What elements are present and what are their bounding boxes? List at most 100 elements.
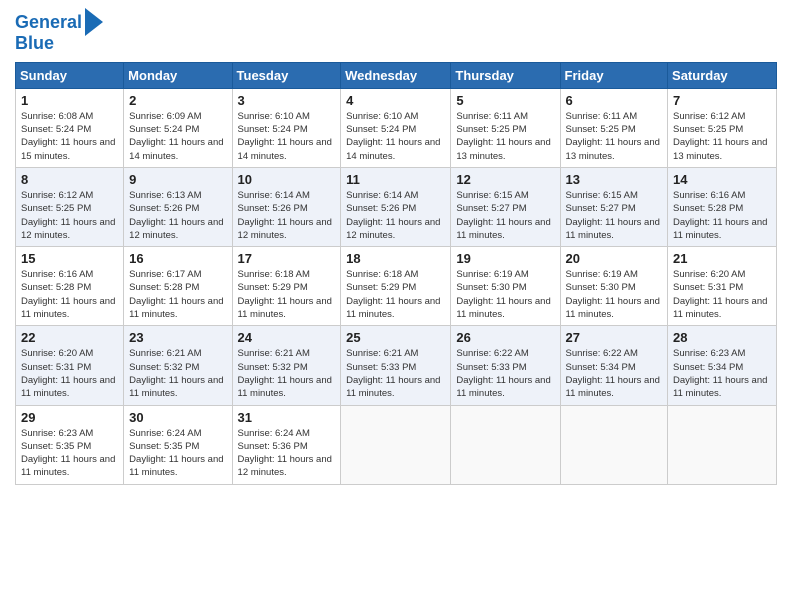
- day-info: Sunrise: 6:20 AMSunset: 5:31 PMDaylight:…: [673, 269, 767, 320]
- day-number: 19: [456, 251, 554, 266]
- day-info: Sunrise: 6:16 AMSunset: 5:28 PMDaylight:…: [673, 190, 767, 241]
- calendar-day-header: Monday: [124, 62, 232, 88]
- day-info: Sunrise: 6:11 AMSunset: 5:25 PMDaylight:…: [566, 111, 660, 162]
- logo-arrow-icon: [85, 8, 103, 36]
- calendar-cell: 13 Sunrise: 6:15 AMSunset: 5:27 PMDayligh…: [560, 167, 668, 246]
- day-info: Sunrise: 6:10 AMSunset: 5:24 PMDaylight:…: [238, 111, 332, 162]
- day-info: Sunrise: 6:21 AMSunset: 5:32 PMDaylight:…: [129, 348, 223, 399]
- day-number: 25: [346, 330, 445, 345]
- calendar-cell: 3 Sunrise: 6:10 AMSunset: 5:24 PMDaylight…: [232, 88, 341, 167]
- day-info: Sunrise: 6:24 AMSunset: 5:36 PMDaylight:…: [238, 428, 332, 479]
- day-number: 14: [673, 172, 771, 187]
- day-info: Sunrise: 6:10 AMSunset: 5:24 PMDaylight:…: [346, 111, 440, 162]
- calendar-cell: 20 Sunrise: 6:19 AMSunset: 5:30 PMDayligh…: [560, 247, 668, 326]
- calendar-day-header: Friday: [560, 62, 668, 88]
- logo-blue: Blue: [15, 34, 54, 54]
- day-info: Sunrise: 6:20 AMSunset: 5:31 PMDaylight:…: [21, 348, 115, 399]
- day-number: 3: [238, 93, 336, 108]
- day-info: Sunrise: 6:13 AMSunset: 5:26 PMDaylight:…: [129, 190, 223, 241]
- calendar-cell: [341, 405, 451, 484]
- day-number: 7: [673, 93, 771, 108]
- logo: General Blue: [15, 10, 103, 54]
- calendar-cell: 7 Sunrise: 6:12 AMSunset: 5:25 PMDaylight…: [668, 88, 777, 167]
- calendar-cell: 14 Sunrise: 6:16 AMSunset: 5:28 PMDayligh…: [668, 167, 777, 246]
- day-info: Sunrise: 6:12 AMSunset: 5:25 PMDaylight:…: [673, 111, 767, 162]
- logo-text: General: [15, 13, 82, 33]
- calendar-cell: 17 Sunrise: 6:18 AMSunset: 5:29 PMDayligh…: [232, 247, 341, 326]
- calendar-cell: 21Sunrise: 6:20 AMSunset: 5:31 PMDayligh…: [668, 247, 777, 326]
- calendar-cell: 16 Sunrise: 6:17 AMSunset: 5:28 PMDayligh…: [124, 247, 232, 326]
- day-info: Sunrise: 6:23 AMSunset: 5:35 PMDaylight:…: [21, 428, 115, 479]
- day-info: Sunrise: 6:14 AMSunset: 5:26 PMDaylight:…: [346, 190, 440, 241]
- day-number: 26: [456, 330, 554, 345]
- calendar-week-row: 1 Sunrise: 6:08 AMSunset: 5:24 PMDaylight…: [16, 88, 777, 167]
- day-info: Sunrise: 6:24 AMSunset: 5:35 PMDaylight:…: [129, 428, 223, 479]
- day-number: 15: [21, 251, 118, 266]
- calendar-cell: 10Sunrise: 6:14 AMSunset: 5:26 PMDayligh…: [232, 167, 341, 246]
- day-number: 30: [129, 410, 226, 425]
- day-number: 27: [566, 330, 663, 345]
- day-number: 23: [129, 330, 226, 345]
- calendar-cell: 11 Sunrise: 6:14 AMSunset: 5:26 PMDayligh…: [341, 167, 451, 246]
- day-info: Sunrise: 6:21 AMSunset: 5:33 PMDaylight:…: [346, 348, 440, 399]
- calendar-cell: 15 Sunrise: 6:16 AMSunset: 5:28 PMDayligh…: [16, 247, 124, 326]
- day-info: Sunrise: 6:11 AMSunset: 5:25 PMDaylight:…: [456, 111, 550, 162]
- day-number: 2: [129, 93, 226, 108]
- calendar-cell: 9 Sunrise: 6:13 AMSunset: 5:26 PMDaylight…: [124, 167, 232, 246]
- calendar-cell: 12 Sunrise: 6:15 AMSunset: 5:27 PMDayligh…: [451, 167, 560, 246]
- calendar-cell: 22Sunrise: 6:20 AMSunset: 5:31 PMDayligh…: [16, 326, 124, 405]
- calendar-day-header: Wednesday: [341, 62, 451, 88]
- day-info: Sunrise: 6:12 AMSunset: 5:25 PMDaylight:…: [21, 190, 115, 241]
- day-number: 1: [21, 93, 118, 108]
- calendar-cell: 4 Sunrise: 6:10 AMSunset: 5:24 PMDaylight…: [341, 88, 451, 167]
- day-number: 8: [21, 172, 118, 187]
- calendar-cell: 23 Sunrise: 6:21 AMSunset: 5:32 PMDayligh…: [124, 326, 232, 405]
- day-info: Sunrise: 6:08 AMSunset: 5:24 PMDaylight:…: [21, 111, 115, 162]
- day-number: 12: [456, 172, 554, 187]
- day-number: 28: [673, 330, 771, 345]
- day-number: 4: [346, 93, 445, 108]
- day-number: 9: [129, 172, 226, 187]
- calendar-cell: 24Sunrise: 6:21 AMSunset: 5:32 PMDayligh…: [232, 326, 341, 405]
- day-info: Sunrise: 6:18 AMSunset: 5:29 PMDaylight:…: [238, 269, 332, 320]
- calendar-cell: 26 Sunrise: 6:22 AMSunset: 5:33 PMDayligh…: [451, 326, 560, 405]
- day-number: 6: [566, 93, 663, 108]
- calendar-cell: 29 Sunrise: 6:23 AMSunset: 5:35 PMDayligh…: [16, 405, 124, 484]
- calendar-cell: 28 Sunrise: 6:23 AMSunset: 5:34 PMDayligh…: [668, 326, 777, 405]
- calendar-cell: 27Sunrise: 6:22 AMSunset: 5:34 PMDayligh…: [560, 326, 668, 405]
- calendar-week-row: 29 Sunrise: 6:23 AMSunset: 5:35 PMDayligh…: [16, 405, 777, 484]
- day-info: Sunrise: 6:22 AMSunset: 5:33 PMDaylight:…: [456, 348, 550, 399]
- calendar-cell: 18Sunrise: 6:18 AMSunset: 5:29 PMDayligh…: [341, 247, 451, 326]
- calendar-table: SundayMondayTuesdayWednesdayThursdayFrid…: [15, 62, 777, 485]
- calendar-cell: 6 Sunrise: 6:11 AMSunset: 5:25 PMDaylight…: [560, 88, 668, 167]
- calendar-cell: 25 Sunrise: 6:21 AMSunset: 5:33 PMDayligh…: [341, 326, 451, 405]
- calendar-cell: [451, 405, 560, 484]
- calendar-week-row: 8 Sunrise: 6:12 AMSunset: 5:25 PMDaylight…: [16, 167, 777, 246]
- calendar-cell: 8 Sunrise: 6:12 AMSunset: 5:25 PMDaylight…: [16, 167, 124, 246]
- day-info: Sunrise: 6:23 AMSunset: 5:34 PMDaylight:…: [673, 348, 767, 399]
- calendar-header-row: SundayMondayTuesdayWednesdayThursdayFrid…: [16, 62, 777, 88]
- day-info: Sunrise: 6:17 AMSunset: 5:28 PMDaylight:…: [129, 269, 223, 320]
- calendar-day-header: Sunday: [16, 62, 124, 88]
- day-number: 11: [346, 172, 445, 187]
- day-number: 16: [129, 251, 226, 266]
- day-info: Sunrise: 6:16 AMSunset: 5:28 PMDaylight:…: [21, 269, 115, 320]
- day-info: Sunrise: 6:19 AMSunset: 5:30 PMDaylight:…: [456, 269, 550, 320]
- day-number: 20: [566, 251, 663, 266]
- calendar-cell: 2Sunrise: 6:09 AMSunset: 5:24 PMDaylight…: [124, 88, 232, 167]
- header: General Blue: [15, 10, 777, 54]
- day-number: 29: [21, 410, 118, 425]
- day-info: Sunrise: 6:19 AMSunset: 5:30 PMDaylight:…: [566, 269, 660, 320]
- day-number: 17: [238, 251, 336, 266]
- calendar-day-header: Tuesday: [232, 62, 341, 88]
- calendar-cell: [668, 405, 777, 484]
- day-number: 13: [566, 172, 663, 187]
- day-info: Sunrise: 6:15 AMSunset: 5:27 PMDaylight:…: [566, 190, 660, 241]
- day-info: Sunrise: 6:15 AMSunset: 5:27 PMDaylight:…: [456, 190, 550, 241]
- calendar-cell: 5Sunrise: 6:11 AMSunset: 5:25 PMDaylight…: [451, 88, 560, 167]
- calendar-cell: 31Sunrise: 6:24 AMSunset: 5:36 PMDayligh…: [232, 405, 341, 484]
- calendar-cell: 1 Sunrise: 6:08 AMSunset: 5:24 PMDaylight…: [16, 88, 124, 167]
- day-number: 18: [346, 251, 445, 266]
- calendar-day-header: Saturday: [668, 62, 777, 88]
- calendar-week-row: 15 Sunrise: 6:16 AMSunset: 5:28 PMDayligh…: [16, 247, 777, 326]
